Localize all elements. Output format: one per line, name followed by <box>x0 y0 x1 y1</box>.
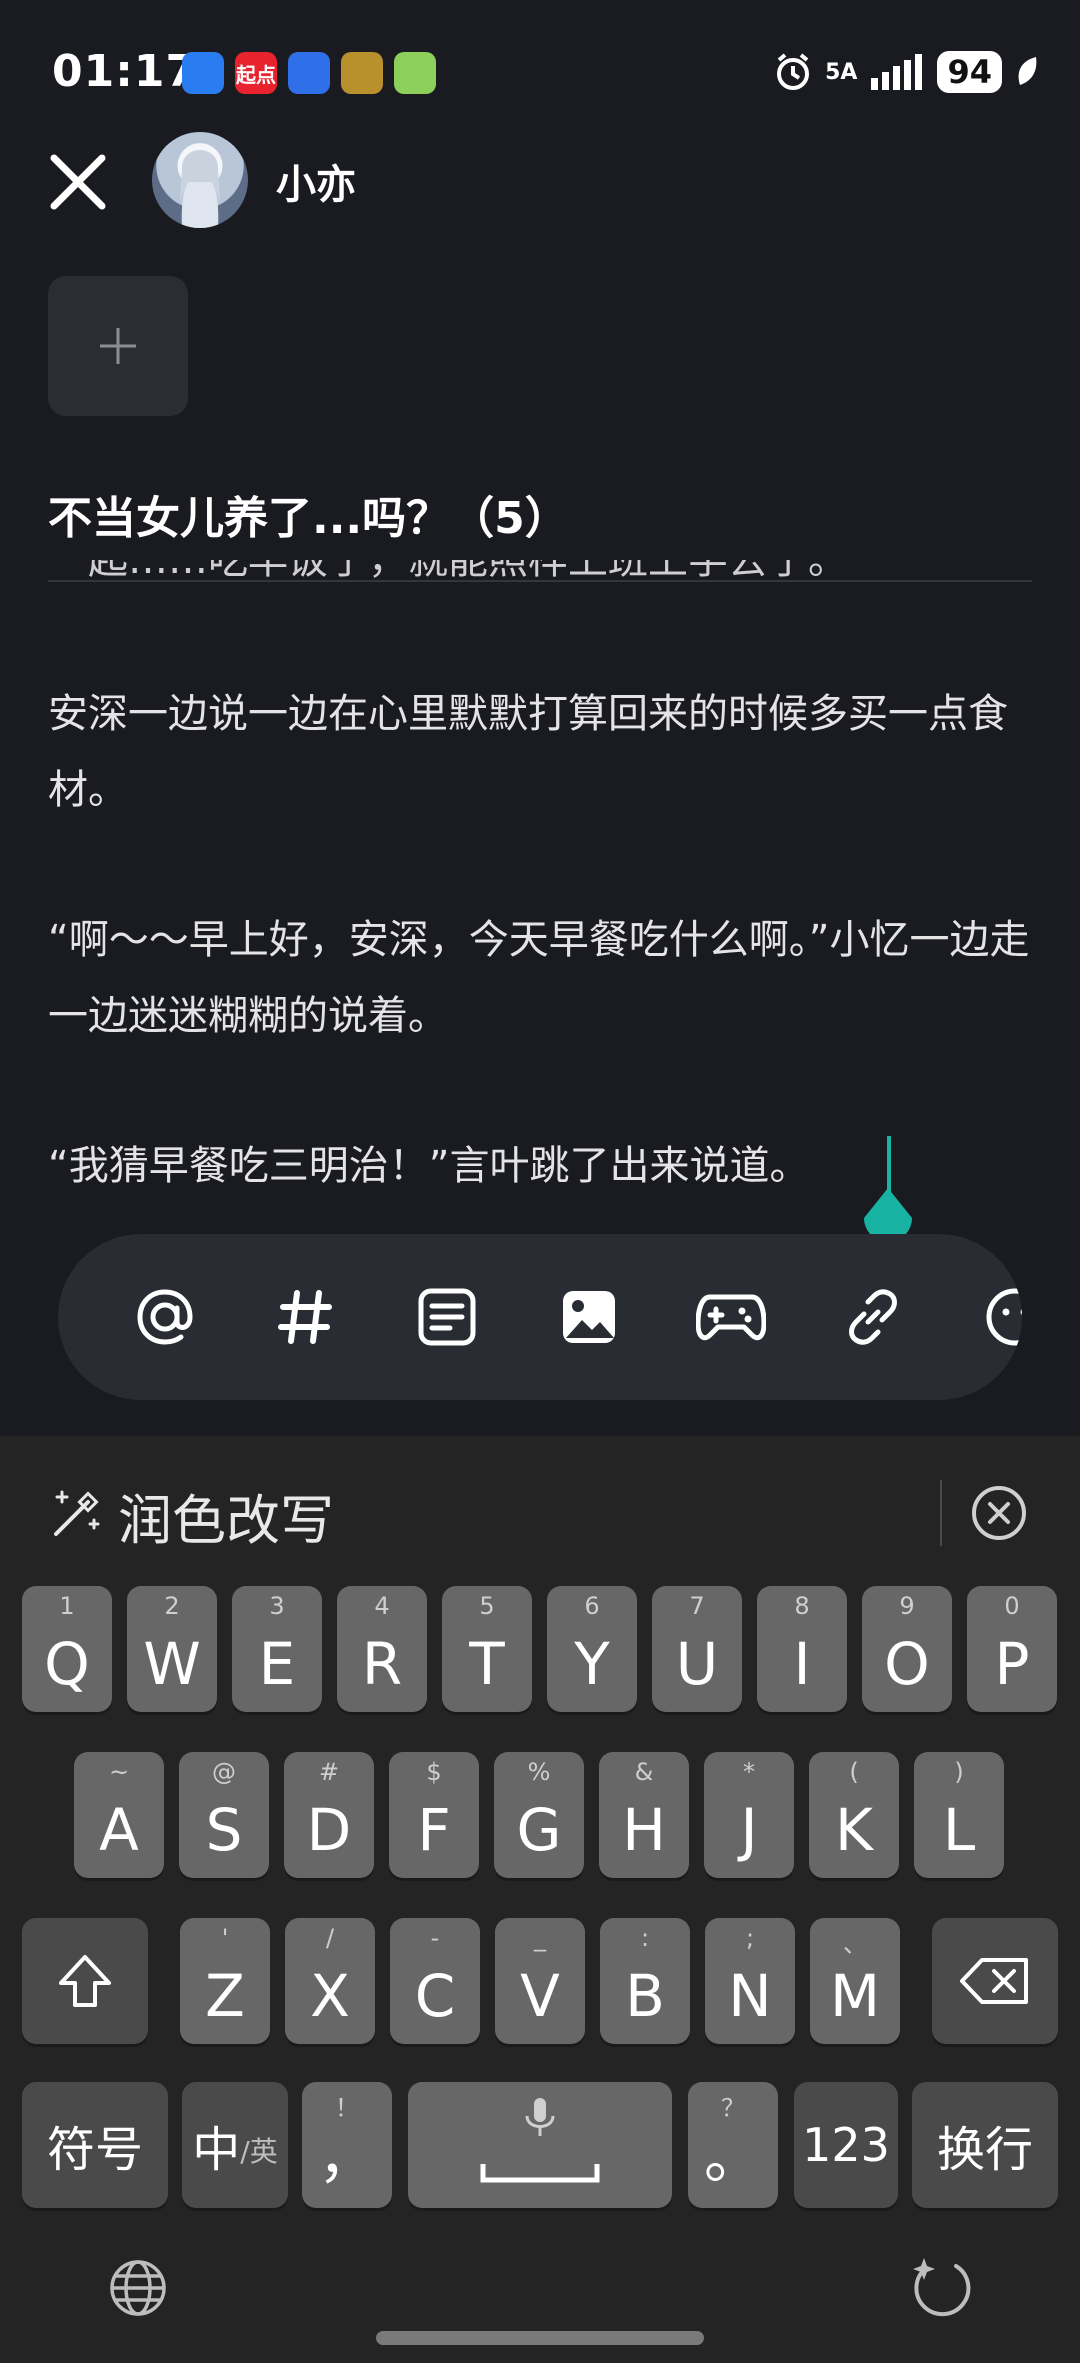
link-icon <box>849 1289 897 1345</box>
backspace-icon <box>960 1958 1028 2004</box>
keyboard-suggestion-bar: 润色改写 <box>0 1436 1080 1576</box>
green-app-icon <box>394 52 436 94</box>
hashtag-button[interactable] <box>268 1280 342 1354</box>
game-button[interactable] <box>694 1280 768 1354</box>
close-icon <box>50 154 106 210</box>
key-y[interactable]: 6Y <box>547 1586 637 1712</box>
text-cursor <box>887 1136 891 1196</box>
battery-indicator: 94 <box>937 51 1002 93</box>
period-key[interactable]: ？ 。 <box>688 2082 778 2208</box>
ai-assistant-icon[interactable] <box>906 2254 974 2322</box>
polish-rewrite-button[interactable]: 润色改写 <box>118 1476 334 1555</box>
key-o[interactable]: 9O <box>862 1586 952 1712</box>
key-u[interactable]: 7U <box>652 1586 742 1712</box>
key-j[interactable]: * J <box>704 1752 794 1878</box>
link-button[interactable] <box>836 1280 910 1354</box>
status-bar: 01:17 起点 5A 94 <box>0 0 1080 140</box>
key-e[interactable]: 3E <box>232 1586 322 1712</box>
backspace-key[interactable] <box>932 1918 1058 2044</box>
key-n[interactable]: ; N <box>705 1918 795 2044</box>
document-icon <box>418 1288 476 1346</box>
shift-key[interactable] <box>22 1918 148 2044</box>
space-bar-icon <box>480 2164 600 2183</box>
status-indicators: 5A 94 <box>773 48 1040 96</box>
gamepad-icon <box>696 1294 766 1341</box>
at-icon <box>137 1289 193 1345</box>
language-switch-key[interactable]: 中/英 <box>182 2082 288 2208</box>
keyboard: 润色改写 1Q2W3E4R5T6Y7U8I9O0P ~ A @ S # D $ F% G & H * J… <box>0 1436 1080 2363</box>
image-button[interactable] <box>552 1280 626 1354</box>
leaf-icon <box>1018 57 1037 85</box>
close-button[interactable] <box>46 150 110 214</box>
editor-toolbar <box>58 1234 1022 1400</box>
key-v[interactable]: _ V <box>495 1918 585 2044</box>
key-g[interactable]: % G <box>494 1752 584 1878</box>
key-w[interactable]: 2W <box>127 1586 217 1712</box>
microphone-icon <box>525 2098 555 2136</box>
key-p[interactable]: 0P <box>967 1586 1057 1712</box>
key-x[interactable]: / X <box>285 1918 375 2044</box>
key-q[interactable]: 1Q <box>22 1586 112 1712</box>
key-i[interactable]: 8I <box>757 1586 847 1712</box>
key-z[interactable]: ' Z <box>180 1918 270 2044</box>
mention-button[interactable] <box>128 1280 202 1354</box>
close-circle-icon[interactable] <box>970 1484 1028 1542</box>
avatar[interactable] <box>152 132 248 228</box>
comma-key[interactable]: ！ ， <box>302 2082 392 2208</box>
hashtag-icon <box>278 1290 332 1344</box>
game-app-icon <box>341 52 383 94</box>
numbers-key[interactable]: 123 <box>794 2082 898 2208</box>
emoji-button[interactable] <box>978 1280 1022 1354</box>
key-f[interactable]: $ F <box>389 1752 479 1878</box>
plus-icon <box>100 328 136 364</box>
alarm-icon <box>777 53 810 90</box>
post-paragraph[interactable]: 安深一边说一边在心里默默打算回来的时候多买一点食材。 <box>48 676 1032 828</box>
symbols-key[interactable]: 符号 <box>22 2082 168 2208</box>
article-button[interactable] <box>410 1280 484 1354</box>
key-b[interactable]: :B <box>600 1918 690 2044</box>
key-m[interactable]: 、 M <box>810 1918 900 2044</box>
key-l[interactable]: ) L <box>914 1752 1004 1878</box>
shift-icon <box>59 1955 111 2007</box>
status-time: 01:17 <box>52 46 198 97</box>
image-icon <box>563 1291 615 1343</box>
space-key[interactable] <box>408 2082 672 2208</box>
globe-icon[interactable] <box>106 2256 170 2320</box>
signal-icon <box>871 54 923 90</box>
message-app-icon <box>182 52 224 94</box>
emoji-icon <box>986 1288 1022 1346</box>
key-c[interactable]: -C <box>390 1918 480 2044</box>
qidian-app-icon: 起点 <box>235 52 277 94</box>
upload-app-icon <box>288 52 330 94</box>
key-d[interactable]: # D <box>284 1752 374 1878</box>
magic-wand-icon <box>54 1490 100 1536</box>
key-s[interactable]: @ S <box>179 1752 269 1878</box>
enter-key[interactable]: 换行 <box>912 2082 1058 2208</box>
home-indicator[interactable] <box>376 2331 704 2345</box>
suggestion-divider <box>940 1480 942 1546</box>
key-h[interactable]: & H <box>599 1752 689 1878</box>
key-t[interactable]: 5T <box>442 1586 532 1712</box>
post-title[interactable]: 不当女儿养了...吗？（5） <box>48 482 569 546</box>
username[interactable]: 小亦 <box>276 152 356 210</box>
add-media-button[interactable] <box>48 276 188 416</box>
network-type: 5A <box>825 59 858 85</box>
key-k[interactable]: (K <box>809 1752 899 1878</box>
key-a[interactable]: ~ A <box>74 1752 164 1878</box>
post-paragraph[interactable]: “啊～～早上好，安深，今天早餐吃什么啊。”小忆一边走一边迷迷糊糊的说着。 <box>48 902 1032 1054</box>
title-divider <box>48 580 1032 582</box>
key-r[interactable]: 4R <box>337 1586 427 1712</box>
